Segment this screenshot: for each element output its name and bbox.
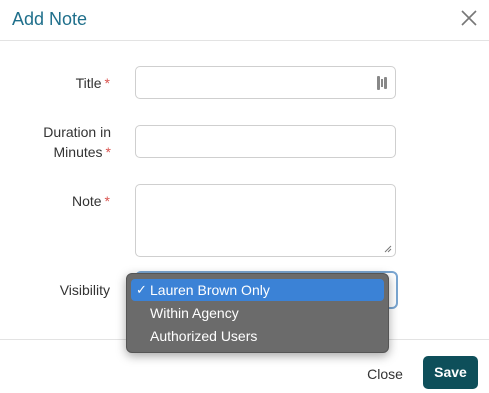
password-manager-icon[interactable] <box>377 76 389 90</box>
note-label: Note * <box>71 193 110 209</box>
save-button[interactable]: Save <box>423 356 478 389</box>
required-marker: * <box>104 75 110 91</box>
visibility-option-lauren-brown-only[interactable]: ✓ Lauren Brown Only <box>131 279 384 301</box>
visibility-label: Visibility <box>59 282 110 298</box>
title-label: Title * <box>75 75 110 91</box>
required-marker: * <box>105 144 111 160</box>
add-note-dialog: Add Note Title * Duration in Minutes * Not… <box>0 0 489 393</box>
checkmark-icon: ✓ <box>136 282 147 297</box>
resize-grip-icon[interactable] <box>384 245 392 253</box>
duration-label: Duration in Minutes * <box>43 124 111 160</box>
visibility-dropdown-menu: ✓ Lauren Brown Only Within Agency Author… <box>126 273 389 353</box>
dialog-title: Add Note <box>12 9 88 29</box>
duration-input[interactable] <box>135 125 396 158</box>
close-icon[interactable] <box>459 8 479 28</box>
dialog-header: Add Note <box>0 0 489 41</box>
visibility-option-authorized-users[interactable]: Authorized Users <box>131 325 384 347</box>
close-button[interactable]: Close <box>357 362 413 386</box>
required-marker: * <box>104 193 110 209</box>
visibility-option-within-agency[interactable]: Within Agency <box>131 302 384 324</box>
note-textarea[interactable] <box>135 184 396 257</box>
title-input[interactable] <box>135 66 396 99</box>
